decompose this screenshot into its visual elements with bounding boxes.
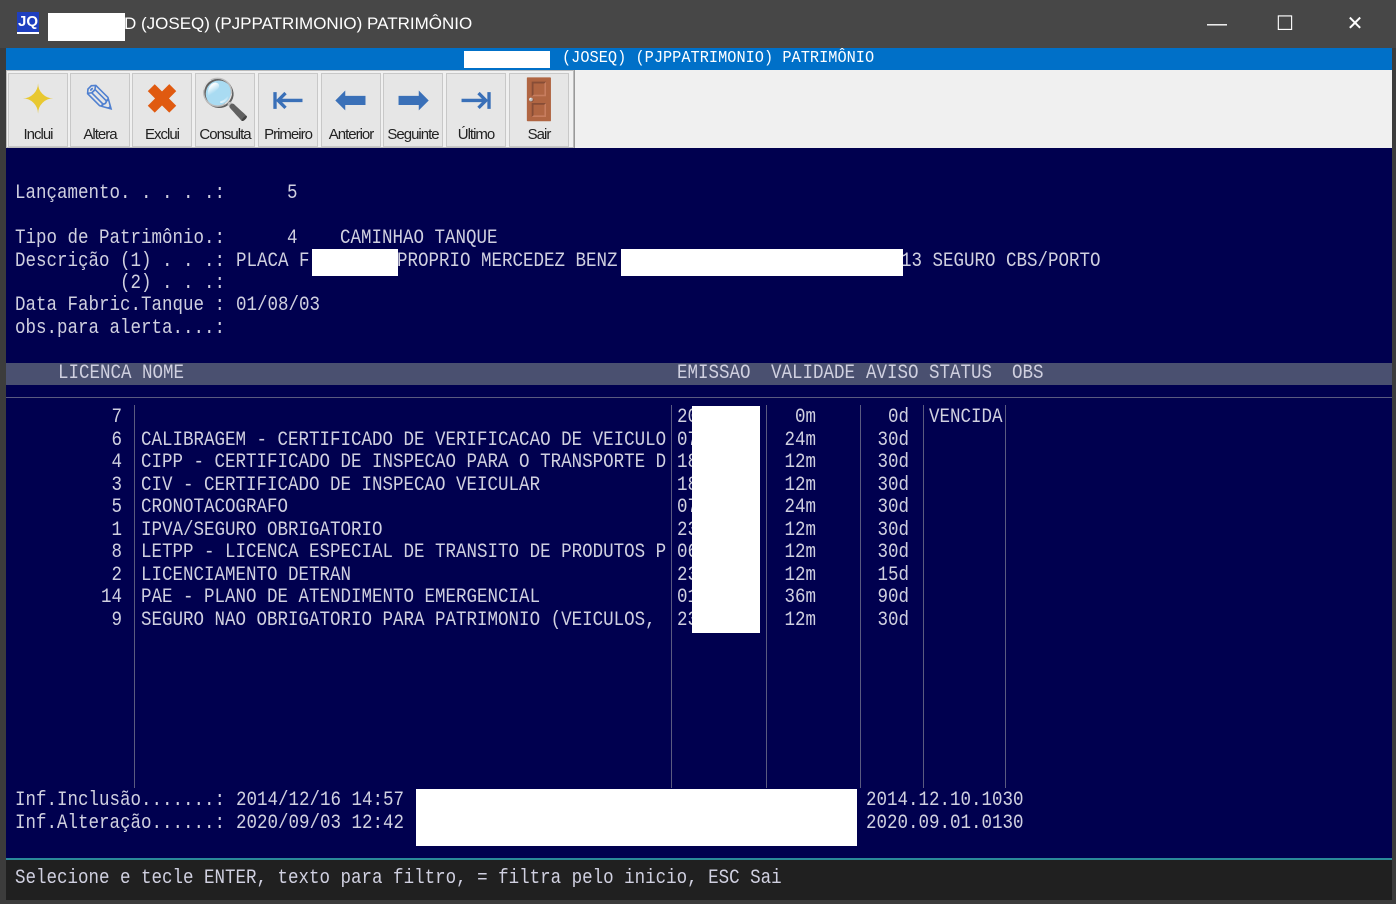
table-header: LICENCA NOME EMISSAO VALIDADE AVISO STAT…	[6, 363, 1392, 385]
cell-validade: 0m	[794, 406, 816, 429]
descricao1-part2: PROPRIO MERCEDEZ BENZ	[397, 250, 618, 273]
data-fabric-value: 01/08/03	[236, 294, 321, 317]
cell-status: VENCIDA	[929, 406, 1003, 429]
alteracao-label: Inf.Alteração......:	[15, 812, 226, 835]
cell-licenca: 5	[111, 496, 122, 519]
lancamento-value: 5	[287, 182, 298, 205]
cell-nome: CRONOTACOGRAFO	[141, 496, 289, 519]
cell-licenca: 8	[111, 541, 122, 564]
delete-icon: ✖	[145, 78, 179, 122]
app-header-title: (JOSEQ) (PJPPATRIMONIO) PATRIMÔNIO	[562, 49, 875, 68]
obs-alerta-label: obs.para alerta....:	[15, 317, 226, 340]
data-fabric-label: Data Fabric.Tanque :	[15, 294, 226, 317]
cell-nome: CIV - CERTIFICADO DE INSPECAO VEICULAR	[141, 473, 541, 497]
ultimo-button[interactable]: ⇥ Último	[446, 73, 506, 147]
descricao1-part3: 13 SEGURO CBS/PORTO	[901, 250, 1101, 273]
cell-aviso: 30d	[877, 451, 909, 474]
cell-validade: 12m	[784, 451, 816, 474]
cell-licenca: 1	[111, 518, 122, 542]
title-bar: JQ D (JOSEQ) (PJPPATRIMONIO) PATRIMÔNIO …	[0, 0, 1396, 48]
primeiro-button[interactable]: ⇤ Primeiro	[258, 73, 318, 147]
col-licenca[interactable]: LICENCA	[58, 363, 132, 385]
toolbar: ✦ Inclui ✎ Altera ✖ Exclui 🔍 Consulta ⇤ Prime…	[6, 70, 1392, 148]
minimize-button[interactable]: —	[1194, 8, 1240, 40]
cell-validade: 12m	[784, 541, 816, 564]
cell-licenca: 6	[111, 428, 122, 452]
cell-validade: 12m	[784, 563, 816, 587]
cell-licenca: 14	[100, 586, 122, 609]
tipo-name: CAMINHAO TANQUE	[340, 227, 498, 250]
cell-validade: 12m	[784, 473, 816, 497]
first-icon: ⇤	[271, 78, 305, 122]
lancamento-label: Lançamento. . . . .:	[15, 182, 226, 205]
cell-nome: PAE - PLANO DE ATENDIMENTO EMERGENCIAL	[141, 586, 541, 609]
status-bar: Selecione e tecle ENTER, texto para filt…	[6, 858, 1392, 900]
cell-licenca: 9	[111, 608, 122, 632]
sair-button[interactable]: 🚪 Sair	[509, 73, 569, 147]
altera-button[interactable]: ✎ Altera	[70, 73, 130, 147]
inclui-button[interactable]: ✦ Inclui	[8, 73, 68, 147]
cell-aviso: 30d	[877, 541, 909, 564]
inclusao-label: Inf.Inclusão.......:	[15, 789, 226, 812]
cell-validade: 24m	[784, 428, 816, 452]
cell-validade: 24m	[784, 496, 816, 519]
cell-licenca: 7	[111, 406, 122, 429]
tipo-code: 4	[287, 227, 298, 250]
alteracao-version: 2020.09.01.0130	[866, 812, 1024, 835]
maximize-button[interactable]: ☐	[1262, 8, 1308, 40]
cell-aviso: 15d	[877, 563, 909, 587]
cell-nome: CIPP - CERTIFICADO DE INSPECAO PARA O TR…	[141, 451, 667, 474]
star-icon: ✦	[21, 78, 55, 122]
cell-aviso: 0d	[887, 406, 909, 429]
cell-aviso: 30d	[877, 608, 909, 632]
cell-aviso: 30d	[877, 496, 909, 519]
tipo-label: Tipo de Patrimônio.:	[15, 227, 226, 250]
descricao1-label: Descrição (1) . . .:	[15, 250, 226, 273]
col-aviso[interactable]: AVISO	[866, 363, 919, 385]
col-validade[interactable]: VALIDADE	[771, 363, 855, 385]
cell-licenca: 2	[111, 563, 122, 587]
col-status[interactable]: STATUS	[929, 363, 992, 385]
cell-nome: IPVA/SEGURO OBRIGATORIO	[141, 518, 383, 542]
col-obs[interactable]: OBS	[1012, 363, 1044, 385]
inclusao-version: 2014.12.10.1030	[866, 789, 1024, 812]
seguinte-button[interactable]: ➡ Seguinte	[383, 73, 443, 147]
next-icon: ➡	[396, 78, 430, 122]
cell-aviso: 30d	[877, 518, 909, 542]
alteracao-datetime: 2020/09/03 12:42	[236, 812, 405, 835]
close-button[interactable]: ✕	[1332, 8, 1378, 40]
cell-validade: 12m	[784, 518, 816, 542]
cell-nome: SEGURO NAO OBRIGATORIO PARA PATRIMONIO (…	[141, 608, 656, 632]
col-nome[interactable]: NOME	[142, 363, 184, 385]
col-emissao[interactable]: EMISSAO	[677, 363, 751, 385]
consulta-button[interactable]: 🔍 Consulta	[195, 73, 255, 147]
inclusao-datetime: 2014/12/16 14:57	[236, 789, 405, 812]
cell-validade: 36m	[784, 586, 816, 609]
anterior-button[interactable]: ⬅ Anterior	[321, 73, 381, 147]
cell-aviso: 90d	[877, 586, 909, 609]
cell-nome: LETPP - LICENCA ESPECIAL DE TRANSITO DE …	[141, 541, 667, 564]
exit-icon: 🚪	[514, 78, 564, 122]
cell-validade: 12m	[784, 608, 816, 632]
cell-licenca: 4	[111, 451, 122, 474]
status-text: Selecione e tecle ENTER, texto para filt…	[15, 867, 782, 890]
app-header: (JOSEQ) (PJPPATRIMONIO) PATRIMÔNIO	[6, 48, 1392, 70]
window-title: D (JOSEQ) (PJPPATRIMONIO) PATRIMÔNIO	[124, 14, 473, 33]
app-logo: JQ	[17, 12, 39, 34]
previous-icon: ⬅	[334, 78, 368, 122]
descricao1-part1: PLACA F	[236, 250, 310, 273]
search-icon: 🔍	[200, 78, 250, 122]
cell-aviso: 30d	[877, 473, 909, 497]
descricao2-label: (2) . . .:	[120, 272, 226, 295]
cell-nome: LICENCIAMENTO DETRAN	[141, 563, 352, 587]
terminal-window: (JOSEQ) (PJPPATRIMONIO) PATRIMÔNIO ✦ Incl…	[6, 48, 1392, 900]
redacted	[48, 13, 125, 41]
cell-aviso: 30d	[877, 428, 909, 452]
cell-licenca: 3	[111, 473, 122, 497]
cell-nome: CALIBRAGEM - CERTIFICADO DE VERIFICACAO …	[141, 428, 667, 452]
last-icon: ⇥	[459, 78, 493, 122]
exclui-button[interactable]: ✖ Exclui	[132, 73, 192, 147]
edit-icon: ✎	[83, 78, 117, 122]
